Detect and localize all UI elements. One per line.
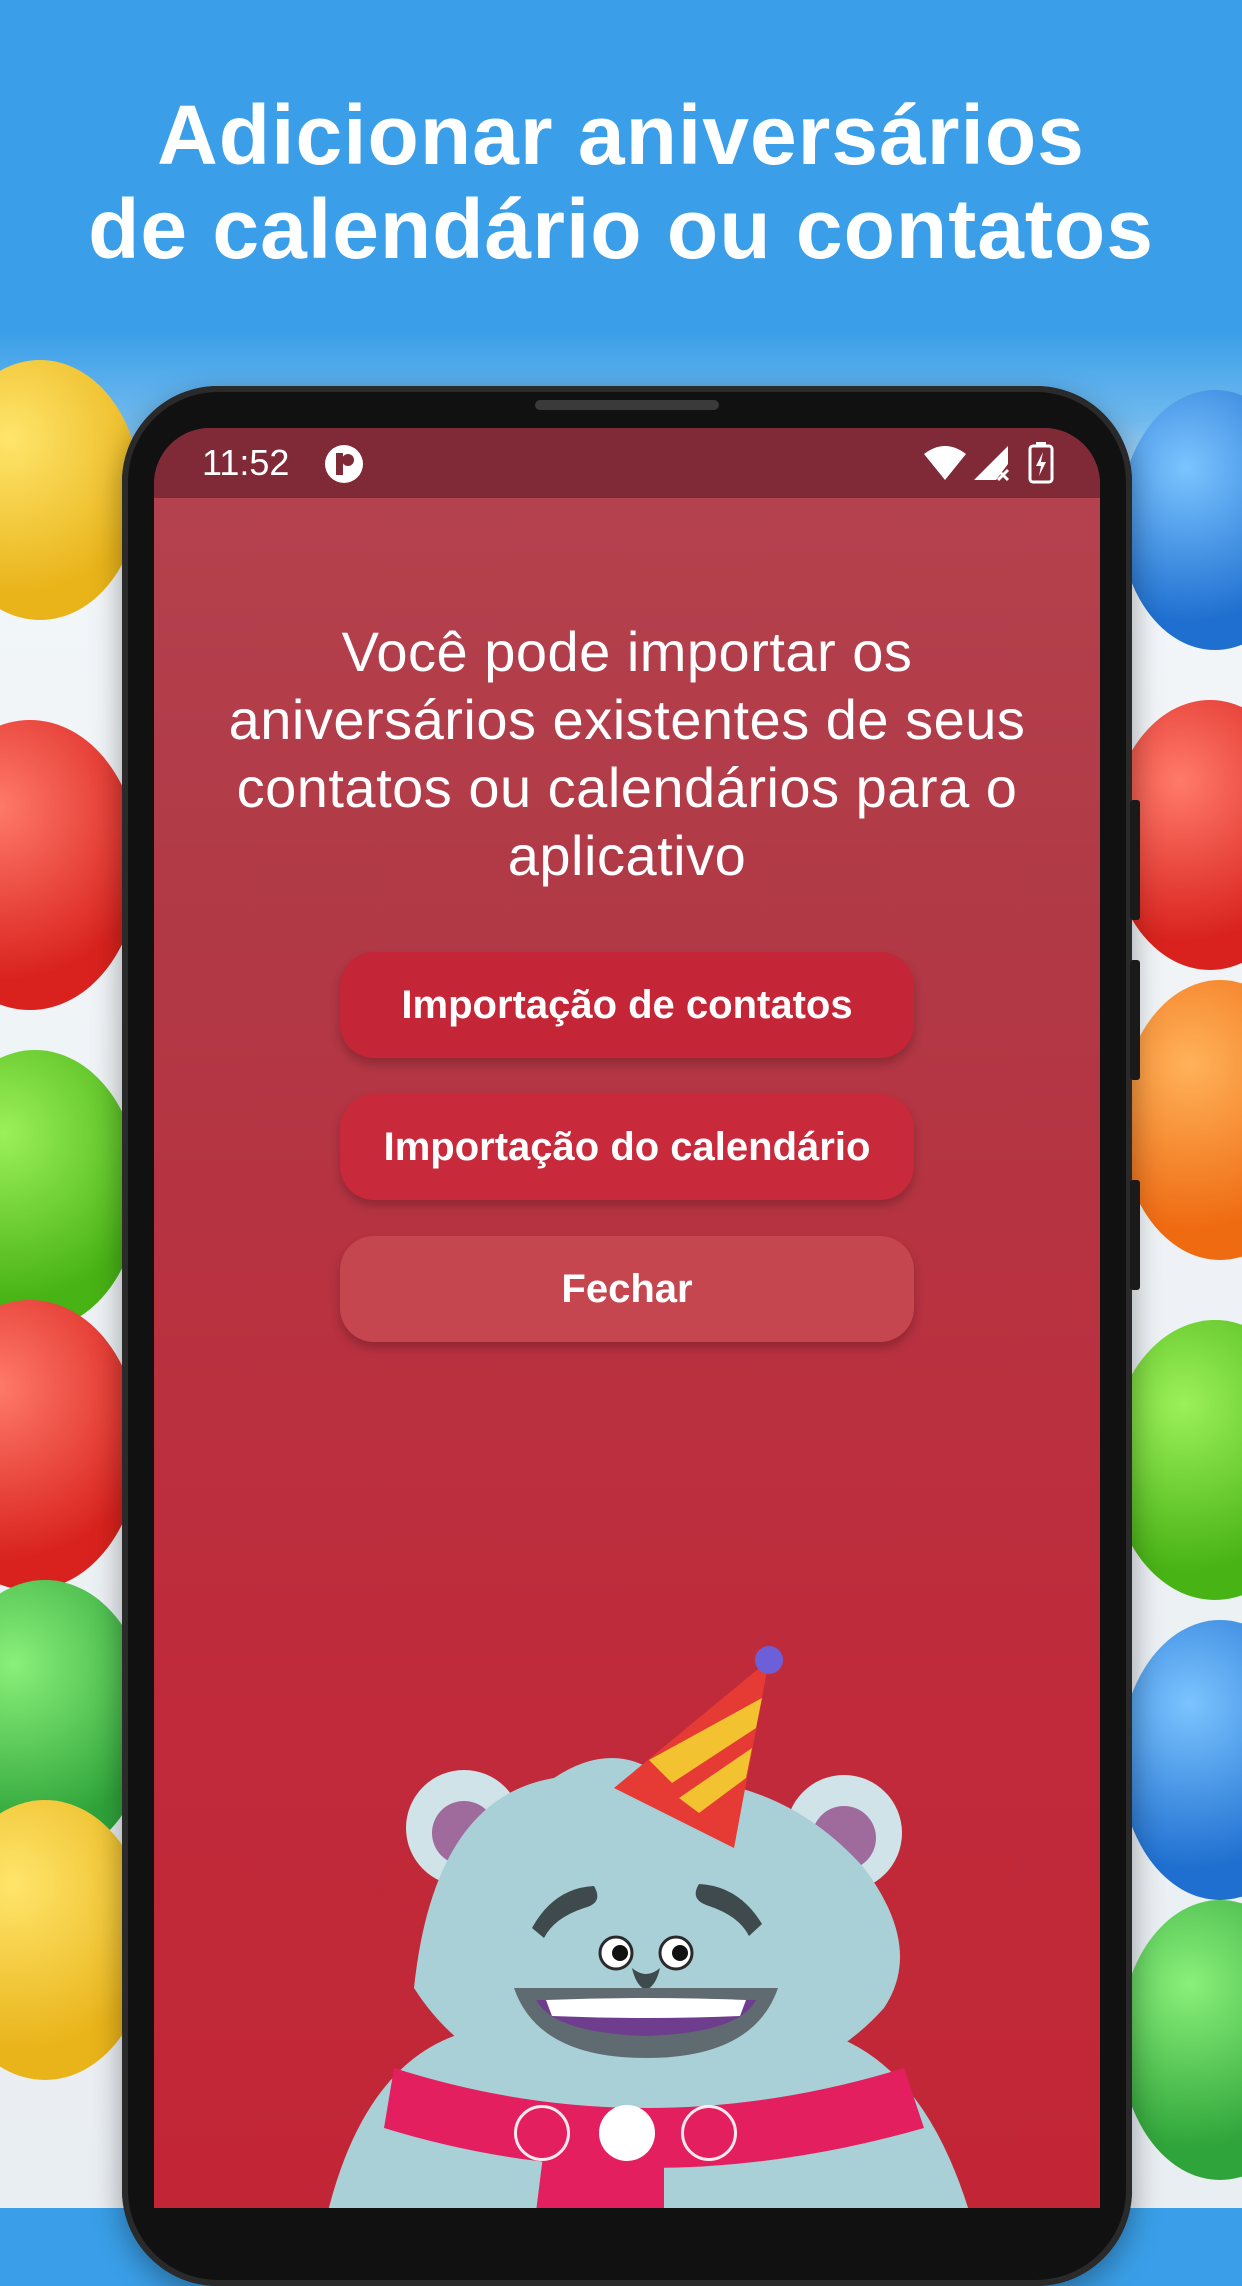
balloon [0, 720, 140, 1010]
balloon [0, 1300, 140, 1590]
phone-speaker [535, 400, 719, 410]
phone-side-button [1130, 1180, 1140, 1290]
status-bar: 11:52 [154, 428, 1100, 498]
balloon [1120, 390, 1242, 650]
import-contacts-button[interactable]: Importação de contatos [340, 952, 914, 1058]
battery-charging-icon [1028, 442, 1054, 484]
status-time: 11:52 [202, 442, 290, 483]
balloon [0, 1050, 140, 1330]
phone-side-button [1130, 800, 1140, 920]
page-dot[interactable] [514, 2105, 570, 2161]
signal-icon [974, 446, 1010, 482]
import-calendar-button[interactable]: Importação do calendário [340, 1094, 914, 1200]
page-dot-active[interactable] [599, 2105, 655, 2161]
phone-side-button [1130, 960, 1140, 1080]
headline-line-1: Adicionar aniversários [157, 88, 1085, 182]
app-notification-icon [325, 445, 363, 483]
promo-headline: Adicionar aniversários de calendário ou … [0, 88, 1242, 276]
wifi-icon [924, 446, 966, 480]
page-dot[interactable] [681, 2105, 737, 2161]
app-screen: 11:52 Você pode importar os aniversários… [154, 428, 1100, 2208]
page-indicator [154, 2100, 1100, 2170]
balloon [1120, 1620, 1242, 1900]
balloon [1120, 1900, 1242, 2180]
import-message: Você pode importar os aniversários exist… [228, 620, 1026, 887]
balloon [0, 360, 140, 620]
close-button[interactable]: Fechar [340, 1236, 914, 1342]
headline-line-2: de calendário ou contatos [88, 182, 1154, 276]
